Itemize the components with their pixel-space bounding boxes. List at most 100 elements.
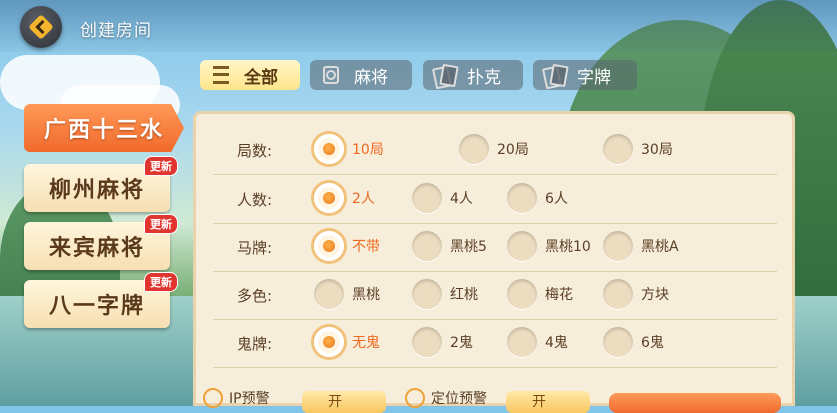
radio[interactable] xyxy=(412,327,442,357)
help-icon xyxy=(203,388,223,408)
list-icon xyxy=(210,65,232,85)
update-badge: 更新 xyxy=(144,214,178,234)
option-10-rounds[interactable]: 10局 xyxy=(314,132,384,166)
option-label: 黑桃5 xyxy=(450,239,487,255)
ip-warning-toggle[interactable]: 开 xyxy=(302,391,386,413)
toggle-label: 开 xyxy=(328,394,342,410)
ip-warning-label: IP预警 xyxy=(229,391,270,407)
tab-label: 全部 xyxy=(244,67,278,88)
option-spade-a[interactable]: 黑桃A xyxy=(603,229,679,263)
setting-row-multi-color: 多色: 黑桃 红桃 梅花 方块 xyxy=(213,271,777,320)
toggle-label: 开 xyxy=(532,394,546,410)
option-no-joker[interactable]: 无鬼 xyxy=(314,325,380,359)
setting-label: 马牌: xyxy=(237,239,273,257)
option-label: 黑桃10 xyxy=(545,239,591,255)
option-label: 20局 xyxy=(497,142,529,158)
option-label: 6人 xyxy=(545,191,568,207)
checkbox[interactable] xyxy=(314,279,344,309)
option-label: 4鬼 xyxy=(545,335,568,351)
option-6-jokers[interactable]: 6鬼 xyxy=(603,325,664,359)
checkbox[interactable] xyxy=(507,279,537,309)
top-bar: 创建房间 xyxy=(0,0,837,52)
game-item-bayi-word-cards[interactable]: 八一字牌 更新 xyxy=(24,272,178,328)
checkbox[interactable] xyxy=(603,279,633,309)
back-button[interactable] xyxy=(20,6,62,48)
radio[interactable] xyxy=(412,183,442,213)
option-4-jokers[interactable]: 4鬼 xyxy=(507,325,568,359)
option-label: 2人 xyxy=(352,191,375,207)
radio[interactable] xyxy=(459,134,489,164)
tab-all[interactable]: 全部 xyxy=(200,60,300,90)
option-30-rounds[interactable]: 30局 xyxy=(603,132,673,166)
option-20-rounds[interactable]: 20局 xyxy=(459,132,529,166)
option-label: 2鬼 xyxy=(450,335,473,351)
option-label: 6鬼 xyxy=(641,335,664,351)
option-2-jokers[interactable]: 2鬼 xyxy=(412,325,473,359)
mahjong-tile-icon xyxy=(320,65,342,85)
setting-label: 鬼牌: xyxy=(237,335,273,353)
radio-selected[interactable] xyxy=(314,327,344,357)
tab-word-cards[interactable]: 字牌 xyxy=(533,60,637,90)
option-label: 不带 xyxy=(352,239,380,255)
game-item-liuzhou-mahjong[interactable]: 柳州麻将 更新 xyxy=(24,156,178,212)
tab-mahjong[interactable]: 麻将 xyxy=(310,60,412,90)
tab-label: 扑克 xyxy=(467,67,501,88)
update-badge: 更新 xyxy=(144,156,178,176)
setting-row-horse-card: 马牌: 不带 黑桃5 黑桃10 黑桃A xyxy=(213,223,777,272)
option-label: 红桃 xyxy=(450,287,478,303)
game-label: 广西十三水 xyxy=(43,118,164,143)
tab-poker[interactable]: 扑克 xyxy=(423,60,523,90)
ip-warning-option[interactable]: IP预警 xyxy=(203,388,270,408)
option-6-players[interactable]: 6人 xyxy=(507,181,568,215)
radio[interactable] xyxy=(507,183,537,213)
setting-label: 人数: xyxy=(237,191,273,209)
radio[interactable] xyxy=(507,231,537,261)
option-label: 30局 xyxy=(641,142,673,158)
radio-selected[interactable] xyxy=(314,183,344,213)
back-arrow-icon xyxy=(28,14,54,40)
game-label: 八一字牌 xyxy=(48,294,145,319)
setting-row-players: 人数: 2人 4人 6人 xyxy=(213,175,777,224)
location-warning-option[interactable]: 定位预警 xyxy=(405,388,487,408)
option-label: 黑桃A xyxy=(641,239,679,255)
option-2-players[interactable]: 2人 xyxy=(314,181,375,215)
tab-label: 麻将 xyxy=(354,67,388,88)
game-label: 柳州麻将 xyxy=(48,178,145,203)
game-item-laibin-mahjong[interactable]: 来宾麻将 更新 xyxy=(24,214,178,270)
option-club[interactable]: 梅花 xyxy=(507,277,573,311)
option-label: 无鬼 xyxy=(352,335,380,351)
option-spade-10[interactable]: 黑桃10 xyxy=(507,229,591,263)
radio-selected[interactable] xyxy=(314,134,344,164)
checkbox[interactable] xyxy=(412,279,442,309)
setting-label: 多色: xyxy=(237,287,273,305)
radio[interactable] xyxy=(603,134,633,164)
tab-label: 字牌 xyxy=(577,67,611,88)
radio-selected[interactable] xyxy=(314,231,344,261)
option-heart[interactable]: 红桃 xyxy=(412,277,478,311)
help-icon xyxy=(405,388,425,408)
create-room-button[interactable] xyxy=(609,393,781,413)
radio[interactable] xyxy=(603,327,633,357)
option-label: 4人 xyxy=(450,191,473,207)
option-spade-5[interactable]: 黑桃5 xyxy=(412,229,487,263)
radio[interactable] xyxy=(603,231,633,261)
game-item-guangxi-shisanshui[interactable]: 广西十三水 xyxy=(24,104,184,152)
word-cards-icon xyxy=(543,65,565,85)
setting-row-joker: 鬼牌: 无鬼 2鬼 4鬼 6鬼 xyxy=(213,319,777,368)
radio[interactable] xyxy=(412,231,442,261)
option-diamond[interactable]: 方块 xyxy=(603,277,669,311)
option-label: 梅花 xyxy=(545,287,573,303)
option-none[interactable]: 不带 xyxy=(314,229,380,263)
option-spade[interactable]: 黑桃 xyxy=(314,277,380,311)
playing-cards-icon xyxy=(433,65,455,85)
settings-panel: 局数: 10局 20局 30局 人数: 2人 4人 6人 马牌: 不带 黑桃5 … xyxy=(193,111,795,406)
setting-row-rounds: 局数: 10局 20局 30局 xyxy=(213,126,777,175)
update-badge: 更新 xyxy=(144,272,178,292)
setting-label: 局数: xyxy=(237,142,273,160)
option-label: 方块 xyxy=(641,287,669,303)
location-warning-toggle[interactable]: 开 xyxy=(506,391,590,413)
location-warning-label: 定位预警 xyxy=(431,391,487,407)
option-4-players[interactable]: 4人 xyxy=(412,181,473,215)
radio[interactable] xyxy=(507,327,537,357)
option-label: 10局 xyxy=(352,142,384,158)
